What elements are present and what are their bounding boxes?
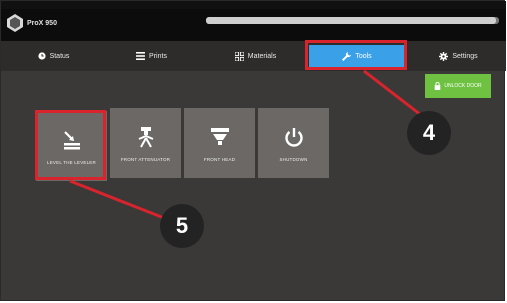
callout-4-line <box>363 69 422 117</box>
callout-badge-4: 4 <box>407 111 451 155</box>
callout-badge-5: 5 <box>160 204 204 248</box>
callout-5-line <box>69 179 165 220</box>
